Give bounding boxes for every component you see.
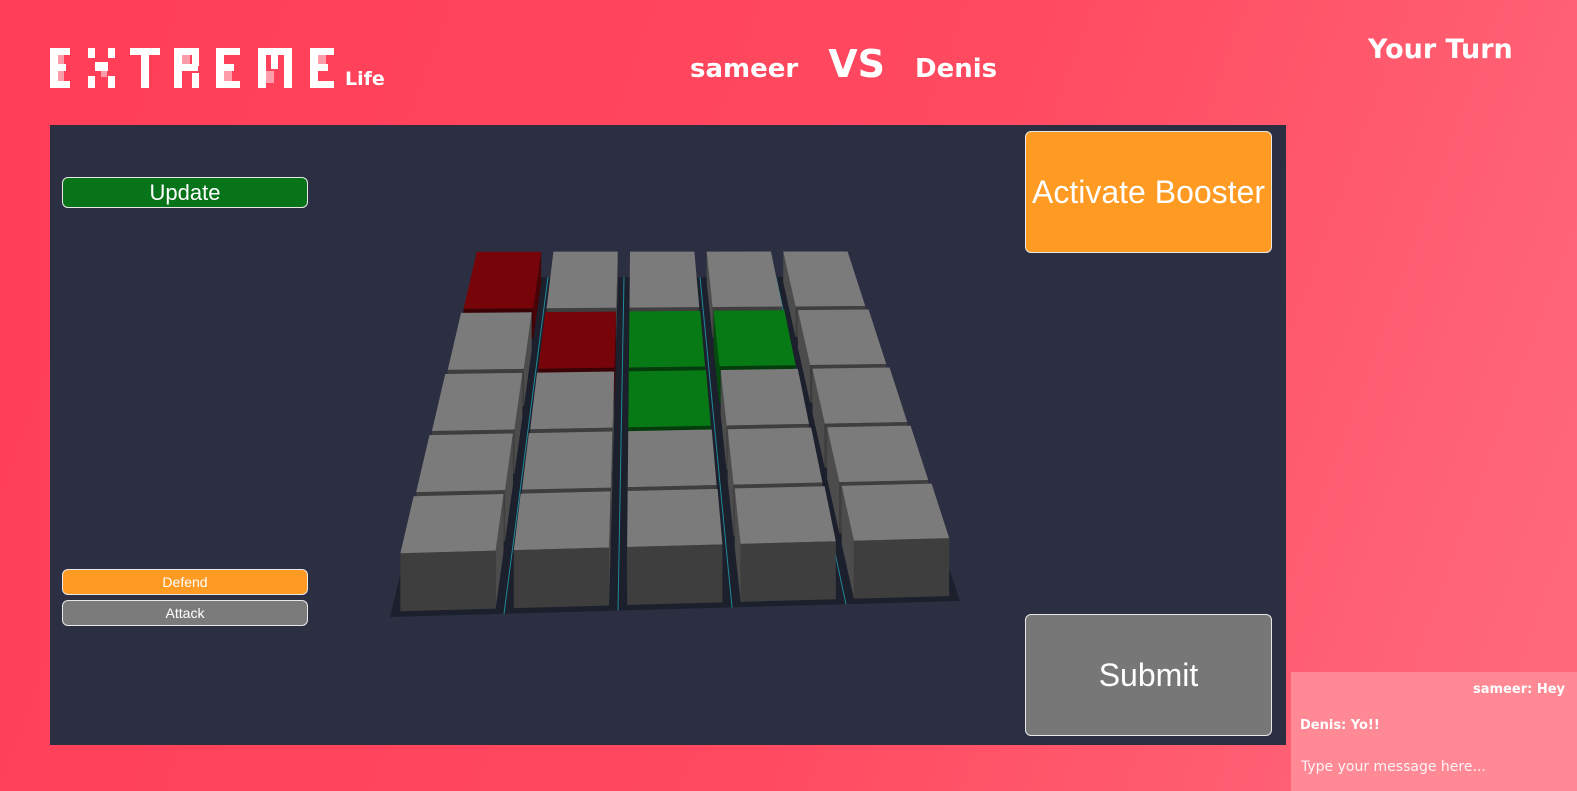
cube-top [447,312,532,370]
cube-top [416,433,513,493]
cube-top [538,311,616,369]
game-board[interactable]: Update Defend Attack Activate Booster Su… [50,125,1286,745]
cube-top [513,491,611,551]
cube-front [513,547,610,609]
vs-label: VS [828,42,885,86]
cube-top [463,251,542,309]
cube-top [734,486,836,544]
cube-front [740,541,836,602]
cube-top [797,309,887,366]
cube-top [521,431,613,490]
cube-top [628,310,706,368]
cube-top [713,310,796,367]
cube-top [812,367,908,424]
cube-front [400,550,496,612]
cube-front [627,544,723,606]
cube-top [546,251,618,309]
extreme-logo [50,48,334,88]
cube-top [841,483,950,541]
player-right-name: Denis [914,54,998,84]
turn-status: Your Turn [1368,34,1513,65]
chat-input[interactable] [1299,754,1568,780]
defend-button[interactable]: Defend [62,569,308,595]
cube-top [727,427,823,485]
chat-message: Denis: Yo!! [1300,718,1380,733]
chat-message: sameer: Hey [1473,682,1565,697]
player-left-name: sameer [690,54,799,84]
cube-top [431,372,523,432]
match-players: sameer VS Denis [690,42,997,86]
cube-top [706,251,783,308]
cube-top [627,429,717,488]
cube-front [853,538,950,599]
submit-button[interactable]: Submit [1025,614,1272,736]
cube-top [627,488,723,548]
update-button[interactable]: Update [62,177,308,208]
cube-top [400,494,504,554]
cube-top [720,368,810,426]
logo-suffix: Life [345,68,385,90]
cube-top [783,251,866,307]
cube-top [530,371,615,430]
cube-top [628,370,711,428]
chat-panel: sameer: Hey Denis: Yo!! [1291,672,1577,791]
cube-top [827,425,929,483]
attack-button[interactable]: Attack [62,600,308,626]
activate-booster-button[interactable]: Activate Booster [1025,131,1272,253]
cube-top [629,251,700,308]
